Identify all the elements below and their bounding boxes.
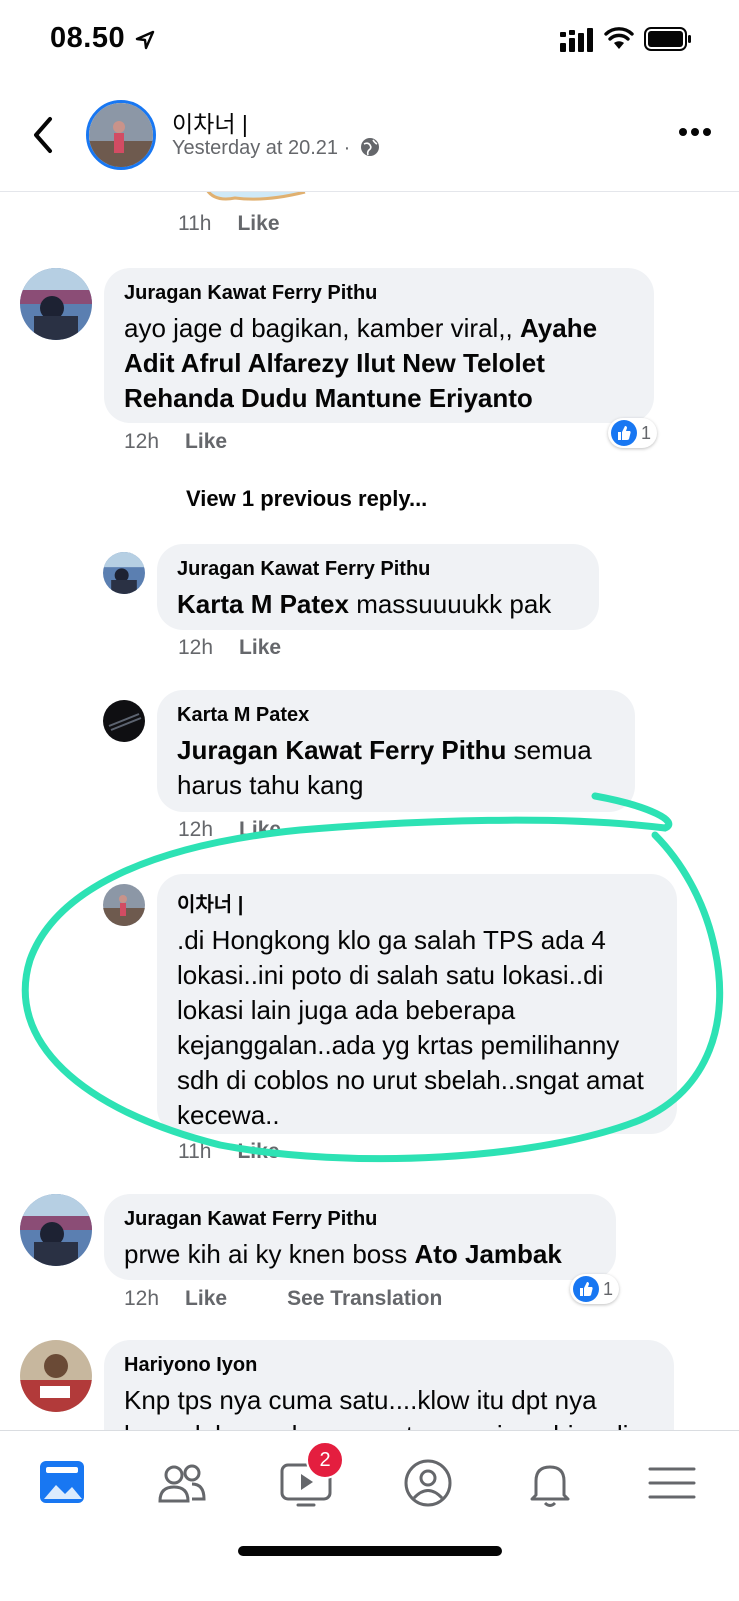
reply-time: 11h xyxy=(178,1140,212,1163)
reply-text: Juragan Kawat Ferry Pithu semua harus ta… xyxy=(177,733,615,803)
see-translation-link[interactable]: See Translation xyxy=(287,1287,442,1310)
comment-meta: 12h Like See Translation xyxy=(124,1287,442,1311)
top-comment-meta: 11h Like xyxy=(178,212,280,236)
status-time: 08.50 xyxy=(50,22,126,54)
reply-author[interactable]: 이차너 | xyxy=(177,888,657,917)
comment-text: prwe kih ai ky knen boss Ato Jambak xyxy=(124,1237,596,1272)
author-avatar[interactable] xyxy=(86,100,156,170)
like-button[interactable]: Like xyxy=(185,430,227,453)
view-previous-replies-link[interactable]: View 1 previous reply... xyxy=(186,486,427,512)
video-notification-badge: 2 xyxy=(306,1441,344,1479)
reply-meta: 12h Like xyxy=(178,636,281,660)
avatar-photo-icon xyxy=(89,103,153,167)
reply-text-plain: massuuuukk pak xyxy=(348,589,552,619)
bottom-tab-bar: 2 xyxy=(0,1430,739,1601)
avatar-photo-icon xyxy=(103,552,145,594)
thumbs-up-icon xyxy=(573,1276,599,1302)
reaction-badge[interactable]: 1 xyxy=(608,418,658,448)
like-button[interactable]: Like xyxy=(239,818,281,841)
back-chevron-icon[interactable] xyxy=(28,113,58,157)
thumbs-up-icon xyxy=(611,420,637,446)
reply-time: 12h xyxy=(178,636,214,659)
comment-mention[interactable]: Ato Jambak xyxy=(414,1239,561,1269)
avatar-photo-icon xyxy=(103,700,145,742)
comment-author[interactable]: Hariyono Iyon xyxy=(124,1354,654,1377)
notifications-bell-icon[interactable] xyxy=(520,1453,580,1513)
post-header: 이차너 | Yesterday at 20.21 · xyxy=(0,85,739,192)
menu-hamburger-icon[interactable] xyxy=(642,1453,702,1513)
post-time-text: Yesterday at 20.21 · xyxy=(172,137,351,159)
reply-avatar[interactable] xyxy=(103,552,145,594)
friends-icon[interactable] xyxy=(152,1453,212,1513)
reply-text: Karta M Patex massuuuukk pak xyxy=(177,587,579,622)
reply-time: 12h xyxy=(178,818,214,841)
battery-icon xyxy=(644,27,691,51)
post-author-name[interactable]: 이차너 | xyxy=(172,105,248,139)
reply-meta: 11h Like xyxy=(178,1140,280,1164)
comment-time: 12h xyxy=(124,430,160,453)
profile-icon[interactable] xyxy=(398,1453,458,1513)
reply-author[interactable]: Karta M Patex xyxy=(177,704,615,727)
reply-meta: 12h Like xyxy=(178,818,281,842)
like-button[interactable]: Like xyxy=(185,1287,227,1310)
comment-author[interactable]: Juragan Kawat Ferry Pithu xyxy=(124,1208,596,1231)
comment-text-plain: prwe kih ai ky knen boss xyxy=(124,1239,415,1269)
reply-bubble: Juragan Kawat Ferry Pithu Karta M Patex … xyxy=(157,544,599,630)
globe-icon xyxy=(360,138,379,156)
avatar-photo-icon xyxy=(103,884,145,926)
post-timestamp: Yesterday at 20.21 · xyxy=(172,137,380,160)
reply-avatar[interactable] xyxy=(103,884,145,926)
reply-text: .di Hongkong klo ga salah TPS ada 4 loka… xyxy=(177,925,644,1130)
avatar-photo-icon xyxy=(20,1194,92,1266)
home-indicator xyxy=(238,1546,502,1556)
commenter-avatar[interactable] xyxy=(20,1340,92,1412)
like-button[interactable]: Like xyxy=(239,636,281,659)
more-options-icon[interactable] xyxy=(679,127,711,137)
reply-bubble: 이차너 | .di Hongkong klo ga salah TPS ada … xyxy=(157,874,677,1134)
reply-author[interactable]: Juragan Kawat Ferry Pithu xyxy=(177,558,579,581)
comment-time: 12h xyxy=(124,1287,160,1310)
signal-icon xyxy=(560,28,593,52)
reply-mention[interactable]: Karta M Patex xyxy=(177,589,349,619)
avatar-photo-icon xyxy=(20,268,92,340)
reaction-badge[interactable]: 1 xyxy=(570,1274,620,1304)
reaction-count: 1 xyxy=(603,1278,614,1299)
avatar-photo-icon xyxy=(20,1340,92,1412)
like-button[interactable]: Like xyxy=(237,212,279,235)
like-button[interactable]: Like xyxy=(237,1140,279,1163)
comment-author[interactable]: Juragan Kawat Ferry Pithu xyxy=(124,282,634,305)
reply-bubble: Karta M Patex Juragan Kawat Ferry Pithu … xyxy=(157,690,635,812)
reply-avatar[interactable] xyxy=(103,700,145,742)
location-arrow-icon xyxy=(135,30,155,50)
commenter-avatar[interactable] xyxy=(20,268,92,340)
news-feed-icon[interactable] xyxy=(32,1453,92,1513)
comment-meta: 12h Like xyxy=(124,430,227,454)
comment-text: ayo jage d bagikan, kamber viral,, Ayahe… xyxy=(124,311,634,416)
commenter-avatar[interactable] xyxy=(20,1194,92,1266)
comment-bubble: Juragan Kawat Ferry Pithu ayo jage d bag… xyxy=(104,268,654,423)
comment-bubble: Juragan Kawat Ferry Pithu prwe kih ai ky… xyxy=(104,1194,616,1280)
reply-mention[interactable]: Juragan Kawat Ferry Pithu xyxy=(177,735,506,765)
status-bar: 08.50 xyxy=(0,0,739,80)
reaction-count: 1 xyxy=(641,422,652,443)
wifi-icon xyxy=(604,27,634,49)
comment-text-plain: ayo jage d bagikan, kamber viral,, xyxy=(124,313,520,343)
comment-time: 11h xyxy=(178,212,212,235)
